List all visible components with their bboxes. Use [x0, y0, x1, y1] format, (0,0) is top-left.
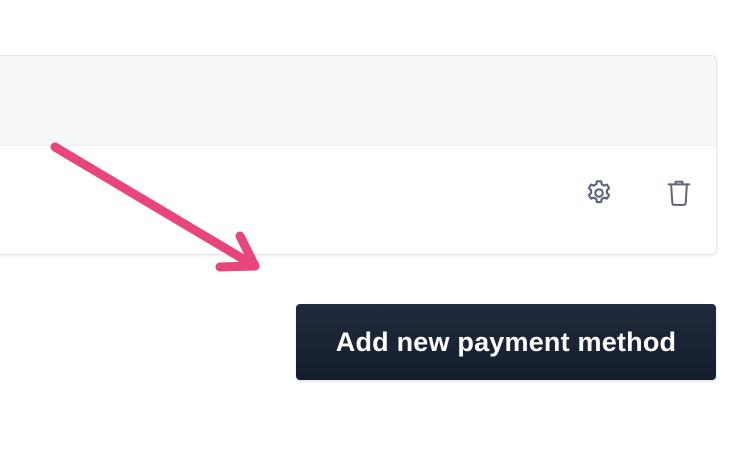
- trash-icon: [665, 178, 693, 208]
- card-header: [0, 56, 716, 146]
- payment-method-settings-button[interactable]: [581, 175, 617, 211]
- page: Add new payment method: [0, 0, 750, 452]
- payment-methods-card: [0, 55, 717, 255]
- payment-method-row: [0, 146, 716, 254]
- payment-method-delete-button[interactable]: [661, 175, 697, 211]
- add-payment-method-button[interactable]: Add new payment method: [296, 304, 716, 380]
- gear-icon: [584, 178, 614, 208]
